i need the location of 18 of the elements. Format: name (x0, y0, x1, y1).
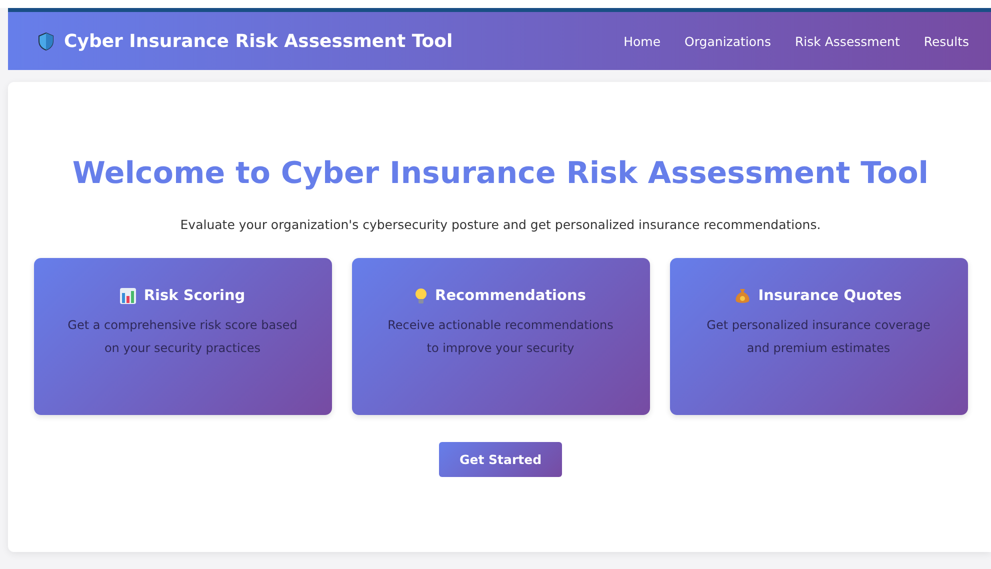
welcome-heading: Welcome to Cyber Insurance Risk Assessment Tool (72, 156, 929, 191)
get-started-button[interactable]: Get Started (439, 442, 562, 477)
nav-link[interactable]: Results (924, 34, 969, 48)
bar-chart-icon (120, 288, 136, 304)
app-title: Cyber Insurance Risk Assessment Tool (64, 30, 453, 52)
light-bulb-icon (415, 288, 428, 304)
welcome-subtitle: Evaluate your organization's cybersecurity posture and get personalized insurance recommendations. (180, 217, 821, 232)
feature-description: Receive actionable recommendations to improve your security (386, 317, 614, 357)
feature-description: Get a comprehensive risk score based on your security practices (66, 317, 298, 357)
feature-title: Recommendations (435, 288, 586, 304)
feature-title: Insurance Quotes (758, 288, 902, 304)
nav-link[interactable]: Organizations (684, 34, 771, 48)
shield-icon (38, 32, 54, 50)
money-bag-icon (735, 288, 750, 304)
feature-title: Risk Scoring (144, 288, 246, 304)
nav-link[interactable]: Home (624, 34, 661, 48)
nav-link[interactable]: Risk Assessment (794, 34, 900, 48)
feature-description: Get personalized insurance coverage and premium estimates (706, 317, 932, 357)
